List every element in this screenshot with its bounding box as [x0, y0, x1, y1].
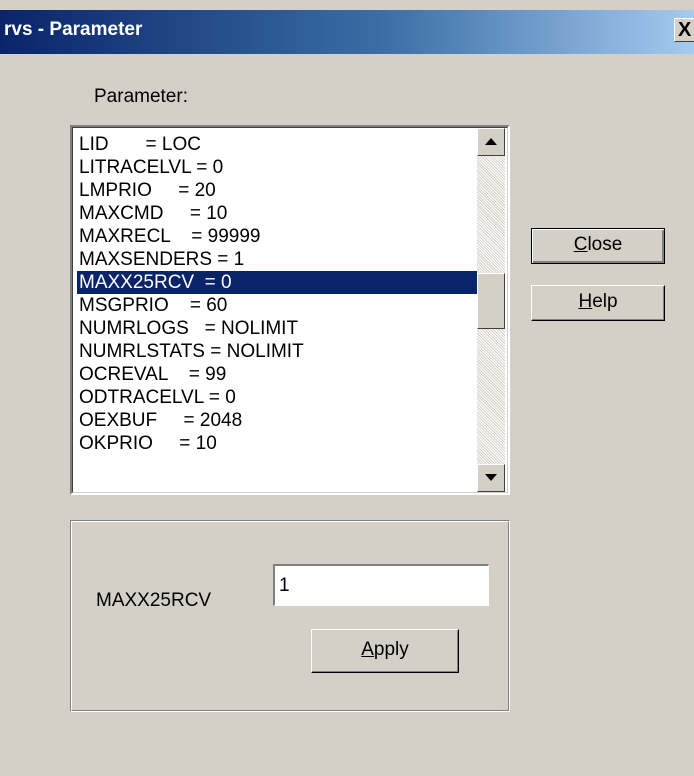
apply-accel: A: [361, 639, 374, 660]
value-input[interactable]: [273, 564, 489, 606]
maxx25rcv-label: MAXX25RCV: [96, 590, 212, 611]
close-label: lose: [587, 234, 623, 255]
close-icon: X: [678, 19, 692, 41]
help-accel: H: [578, 291, 593, 312]
list-item[interactable]: MAXX25RCV = 0: [77, 271, 477, 294]
list-item[interactable]: LMPRIO = 20: [77, 179, 477, 202]
list-item[interactable]: OEXBUF = 2048: [77, 409, 477, 432]
list-item[interactable]: MAXCMD = 10: [77, 202, 477, 225]
parameter-listbox[interactable]: LID = LOC LITRACELVL = 0 LMPRIO = 20 MAXCMD…: [70, 125, 510, 495]
window-title: rvs - Parameter: [4, 19, 143, 40]
close-accel: C: [573, 234, 588, 255]
list-item[interactable]: LITRACELVL = 0: [77, 156, 477, 179]
arrow-up-icon: [485, 138, 497, 145]
title-bar[interactable]: rvs - Parameter X: [0, 10, 694, 54]
list-item[interactable]: LID = LOC: [77, 133, 477, 156]
list-item[interactable]: OCREVAL = 99: [77, 363, 477, 386]
list-scrollbar[interactable]: [477, 128, 505, 492]
help-label: elp: [592, 291, 618, 312]
arrow-down-icon: [485, 474, 497, 481]
scroll-up-button[interactable]: [477, 128, 505, 156]
list-item[interactable]: MAXRECL = 99999: [77, 225, 477, 248]
list-item[interactable]: NUMRLSTATS = NOLIMIT: [77, 340, 477, 363]
list-item[interactable]: MSGPRIO = 60: [77, 294, 477, 317]
apply-button[interactable]: Apply: [311, 629, 459, 673]
close-button[interactable]: Close: [531, 228, 665, 264]
scroll-thumb[interactable]: [477, 273, 505, 329]
list-item[interactable]: MAXSENDERS = 1: [77, 248, 477, 271]
list-item[interactable]: OKPRIO = 10: [77, 432, 477, 455]
help-button[interactable]: Help: [531, 285, 665, 321]
apply-label: pply: [373, 639, 409, 660]
parameter-label: Parameter:: [94, 86, 188, 107]
list-item[interactable]: ODTRACELVL = 0: [77, 386, 477, 409]
list-item[interactable]: NUMRLOGS = NOLIMIT: [77, 317, 477, 340]
window-close-button[interactable]: X: [674, 18, 694, 42]
scroll-down-button[interactable]: [477, 464, 505, 492]
parameter-list[interactable]: LID = LOC LITRACELVL = 0 LMPRIO = 20 MAXCMD…: [77, 133, 477, 455]
edit-groupbox: [70, 520, 510, 712]
